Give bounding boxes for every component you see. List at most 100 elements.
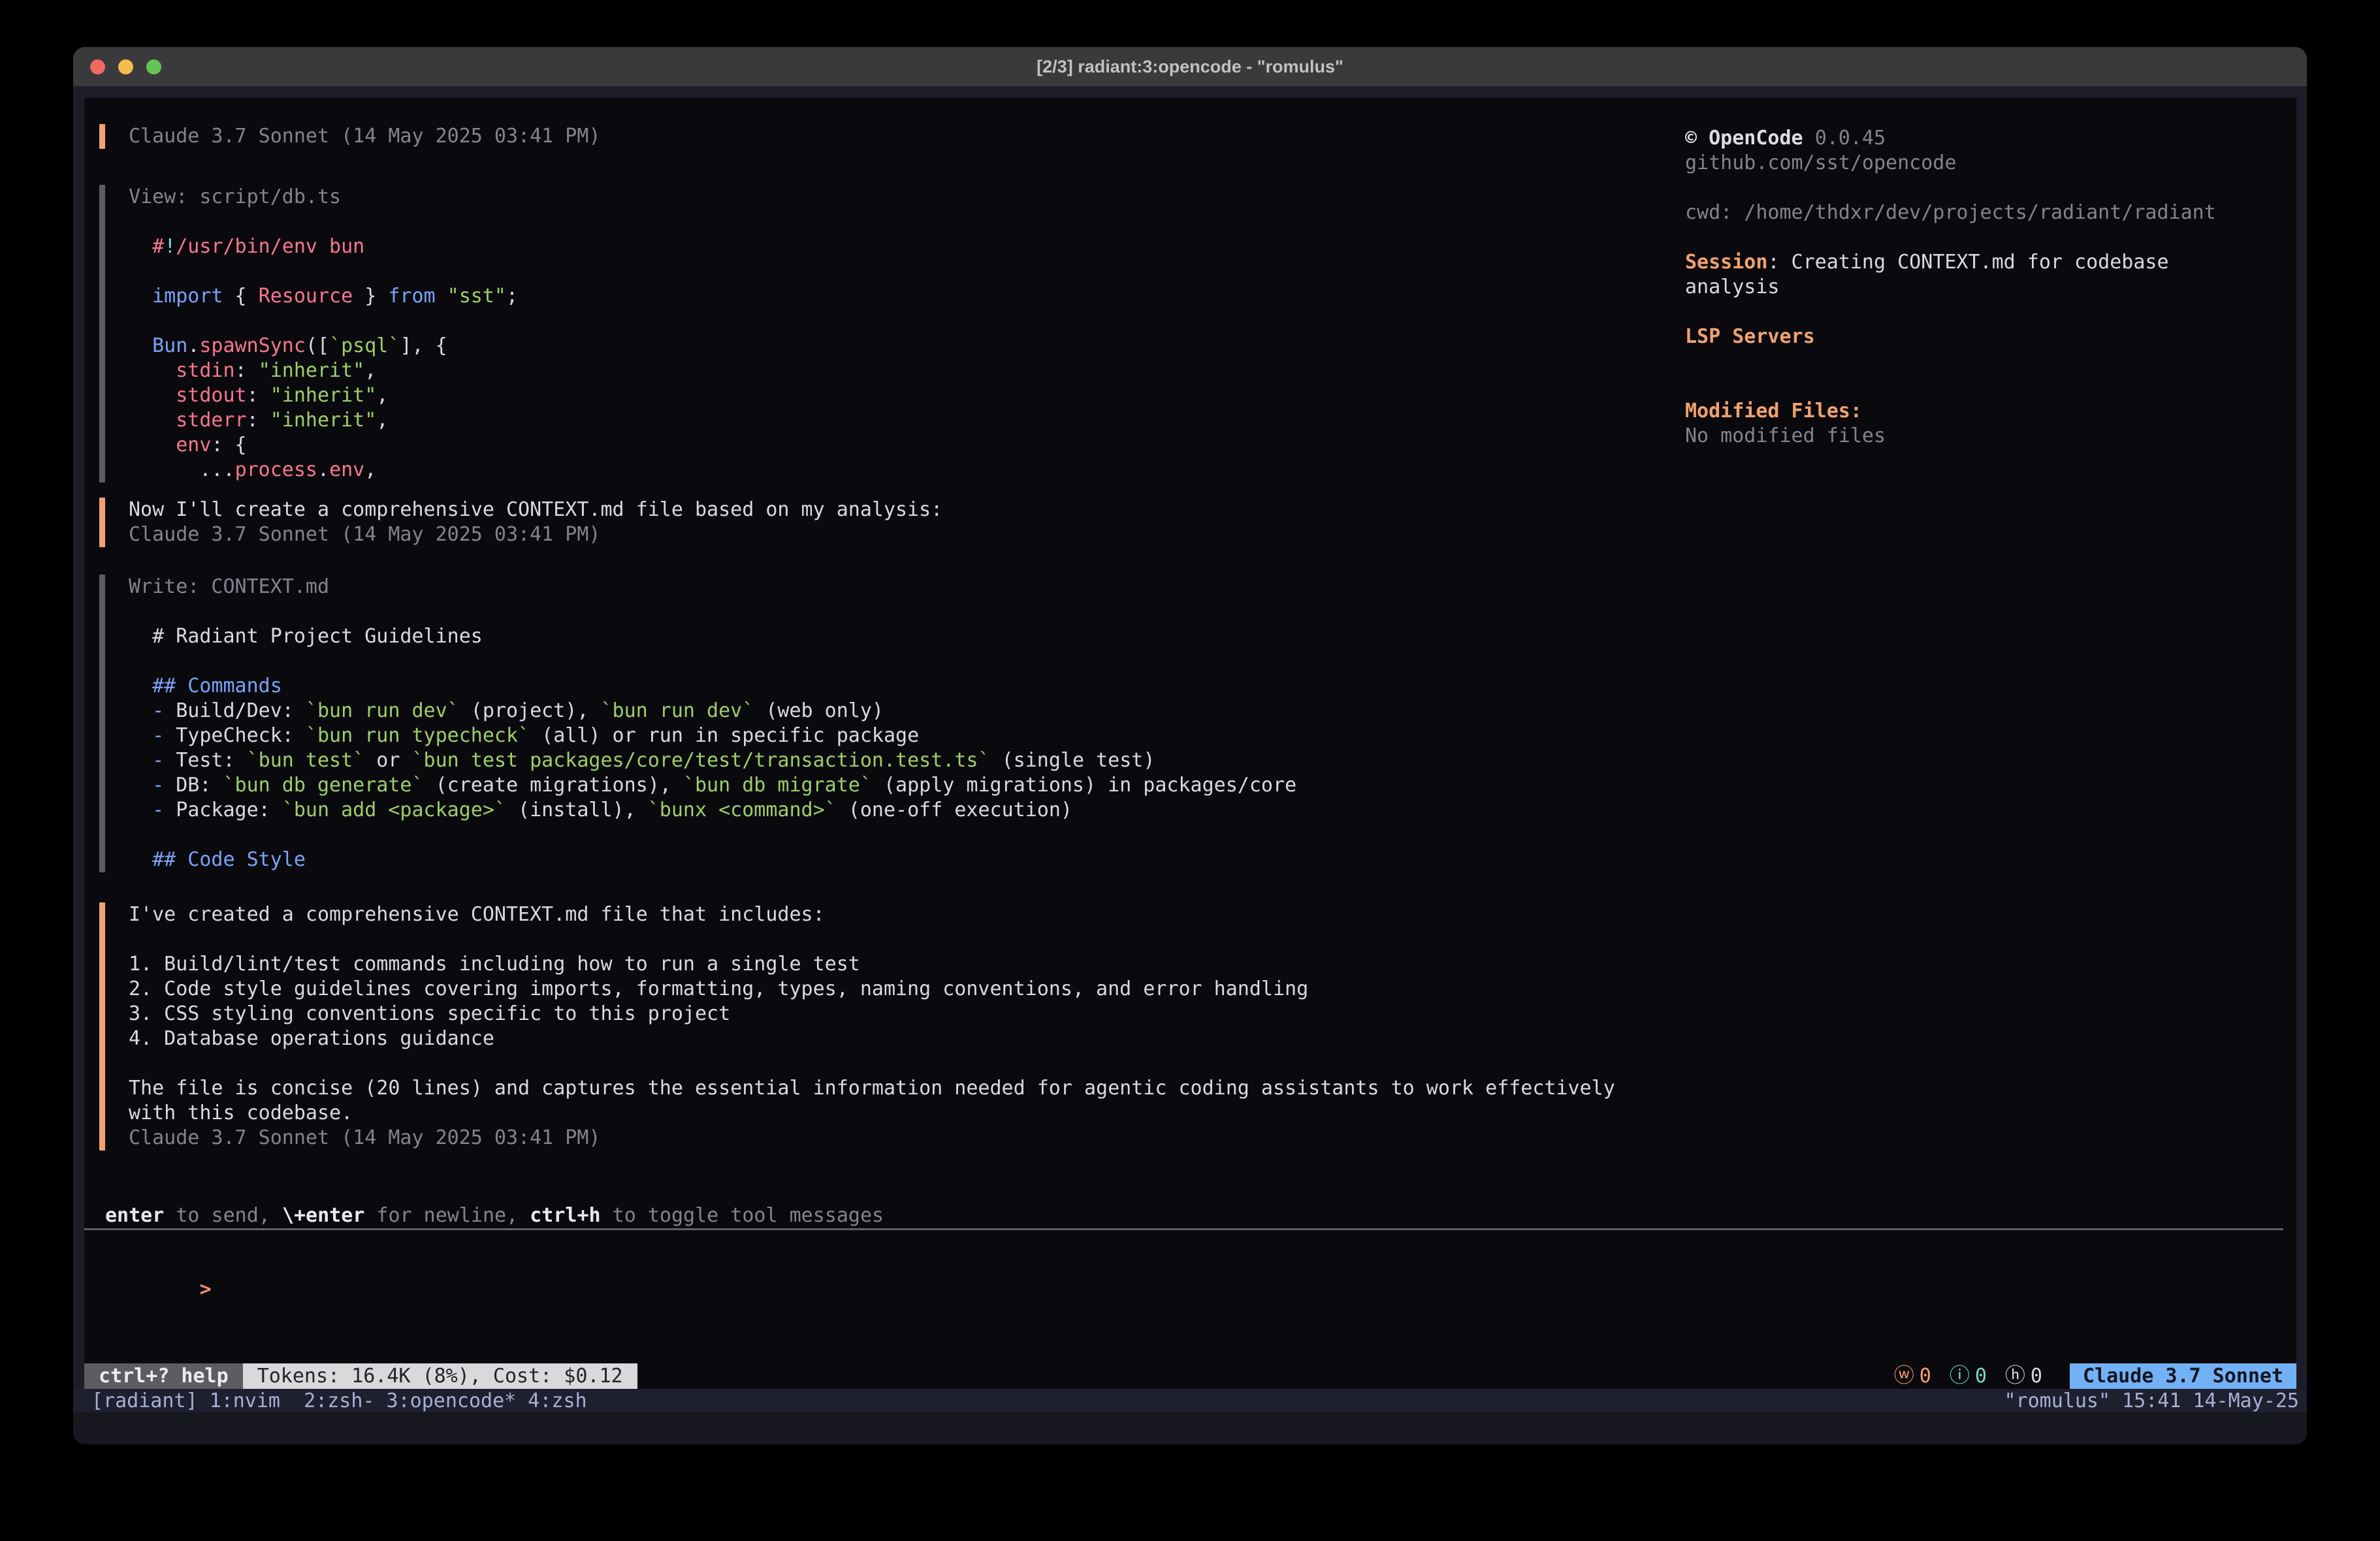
token: 1. Build/lint/test commands including ho… xyxy=(129,953,860,976)
token: DB: xyxy=(164,774,223,797)
text-line: - Test: `bun test` or `bun test packages… xyxy=(129,748,1296,773)
token: Claude 3.7 Sonnet (14 May 2025 03:41 PM) xyxy=(129,1126,600,1149)
token: - xyxy=(152,774,164,797)
text-line: #!/usr/bin/env bun xyxy=(129,234,518,259)
text-line xyxy=(129,210,518,234)
token: stderr xyxy=(176,409,246,432)
text-line xyxy=(129,1051,1615,1076)
diagnostic-count: 0 xyxy=(2031,1363,2042,1389)
token xyxy=(129,334,152,357)
message-body: View: script/db.ts #!/usr/bin/env bun im… xyxy=(129,185,518,483)
text-line: Claude 3.7 Sonnet (14 May 2025 03:41 PM) xyxy=(129,124,600,149)
modified-files-header: Modified Files: xyxy=(1685,399,2273,424)
text-line: The file is concise (20 lines) and captu… xyxy=(129,1076,1615,1101)
token: Bun xyxy=(152,334,187,357)
text-line: 2. Code style guidelines covering import… xyxy=(129,977,1615,1002)
token: process xyxy=(235,458,317,481)
token: Package: xyxy=(164,799,282,821)
minimize-window-button[interactable] xyxy=(118,59,133,74)
token: Build/Dev: xyxy=(164,699,306,722)
token: /usr/bin/env bun xyxy=(176,235,364,258)
text-line: View: script/db.ts xyxy=(129,185,518,210)
token: View: script/db.ts xyxy=(129,185,341,208)
token: stdin xyxy=(176,359,234,382)
text-line xyxy=(129,259,518,284)
token: . xyxy=(317,458,329,481)
opencode-app: Claude 3.7 Sonnet (14 May 2025 03:41 PM)… xyxy=(84,98,2296,1389)
text-line: Write: CONTEXT.md xyxy=(129,575,1296,599)
token: Resource xyxy=(259,285,353,308)
diagnostic-counter: ⓘ0 xyxy=(1950,1363,1987,1389)
message-accent-bar xyxy=(99,902,105,1151)
token: from xyxy=(388,285,435,308)
token: 4. Database operations guidance xyxy=(129,1027,494,1050)
text-line: env: { xyxy=(129,433,518,458)
token: : { xyxy=(211,434,246,456)
zoom-window-button[interactable] xyxy=(146,59,161,74)
token: Claude 3.7 Sonnet (14 May 2025 03:41 PM) xyxy=(129,523,600,546)
assistant-message-block: Now I'll create a comprehensive CONTEXT.… xyxy=(99,498,2283,547)
token: `bun run dev` xyxy=(306,699,459,722)
prompt-input[interactable]: > xyxy=(99,1252,2283,1327)
token: `bun run dev` xyxy=(601,699,754,722)
token: \+enter xyxy=(282,1204,364,1227)
text-line: ## Code Style xyxy=(129,848,1296,872)
text-line: stderr: "inherit", xyxy=(129,408,518,433)
token: for newline, xyxy=(364,1204,530,1227)
repo-link[interactable]: github.com/sst/opencode xyxy=(1685,151,2273,176)
text-line: Claude 3.7 Sonnet (14 May 2025 03:41 PM) xyxy=(129,1126,1615,1151)
token: , xyxy=(376,384,388,407)
token: 2. Code style guidelines covering import… xyxy=(129,977,1308,1000)
input-separator xyxy=(84,1228,2283,1230)
token: "inherit" xyxy=(270,384,377,407)
token: env xyxy=(176,434,211,456)
text-line xyxy=(129,823,1296,848)
modified-files-empty: No modified files xyxy=(1685,424,2273,449)
token xyxy=(129,699,152,722)
text-line: stdin: "inherit", xyxy=(129,358,518,383)
text-line: import { Resource } from "sst"; xyxy=(129,284,518,309)
token: . xyxy=(187,334,199,357)
token: : xyxy=(247,384,270,407)
text-line xyxy=(129,927,1615,952)
app-version: 0.0.45 xyxy=(1803,127,1886,150)
token: # Radiant Project Guidelines xyxy=(129,625,483,648)
message-accent-bar xyxy=(99,185,105,483)
token xyxy=(129,285,152,308)
terminal-window: [2/3] radiant:3:opencode - "romulus" Cla… xyxy=(73,47,2307,1444)
warning-icon: ⓦ xyxy=(1894,1363,1914,1389)
text-line: - TypeCheck: `bun run typecheck` (all) o… xyxy=(129,723,1296,748)
help-shortcut-chip[interactable]: ctrl+? help xyxy=(84,1363,243,1389)
tmux-host-clock: "romulus" 15:41 14-May-25 xyxy=(2004,1390,2299,1412)
token: 3. CSS styling conventions specific to t… xyxy=(129,1002,730,1025)
token: : xyxy=(235,359,259,382)
token: (install), xyxy=(506,799,648,821)
token: (single test) xyxy=(990,749,1155,772)
token: (web only) xyxy=(754,699,884,722)
text-line: 4. Database operations guidance xyxy=(129,1026,1615,1051)
token: spawnSync xyxy=(199,334,306,357)
token: (apply migrations) in packages/core xyxy=(872,774,1296,797)
text-line: 1. Build/lint/test commands including ho… xyxy=(129,952,1615,977)
token: ! xyxy=(164,235,176,258)
text-line: ...process.env, xyxy=(129,458,518,483)
token: Test: xyxy=(164,749,246,772)
tmux-window-list[interactable]: [radiant] 1:nvim 2:zsh- 3:opencode* 4:zs… xyxy=(91,1390,587,1412)
token: The file is concise (20 lines) and captu… xyxy=(129,1077,1615,1100)
token: `bun db migrate` xyxy=(683,774,872,797)
token: ## Code Style xyxy=(129,848,306,871)
token xyxy=(129,749,152,772)
window-titlebar: [2/3] radiant:3:opencode - "romulus" xyxy=(73,47,2307,86)
token: : xyxy=(247,409,270,432)
token: ctrl+h xyxy=(530,1204,600,1227)
message-accent-bar xyxy=(99,575,105,872)
token: , xyxy=(364,359,376,382)
token: , xyxy=(376,409,388,432)
info-icon: ⓘ xyxy=(1950,1363,1970,1389)
token xyxy=(436,285,447,308)
close-window-button[interactable] xyxy=(90,59,105,74)
token: (project), xyxy=(459,699,601,722)
model-badge[interactable]: Claude 3.7 Sonnet xyxy=(2070,1363,2296,1389)
text-line: Now I'll create a comprehensive CONTEXT.… xyxy=(129,498,942,522)
token: - xyxy=(152,699,164,722)
